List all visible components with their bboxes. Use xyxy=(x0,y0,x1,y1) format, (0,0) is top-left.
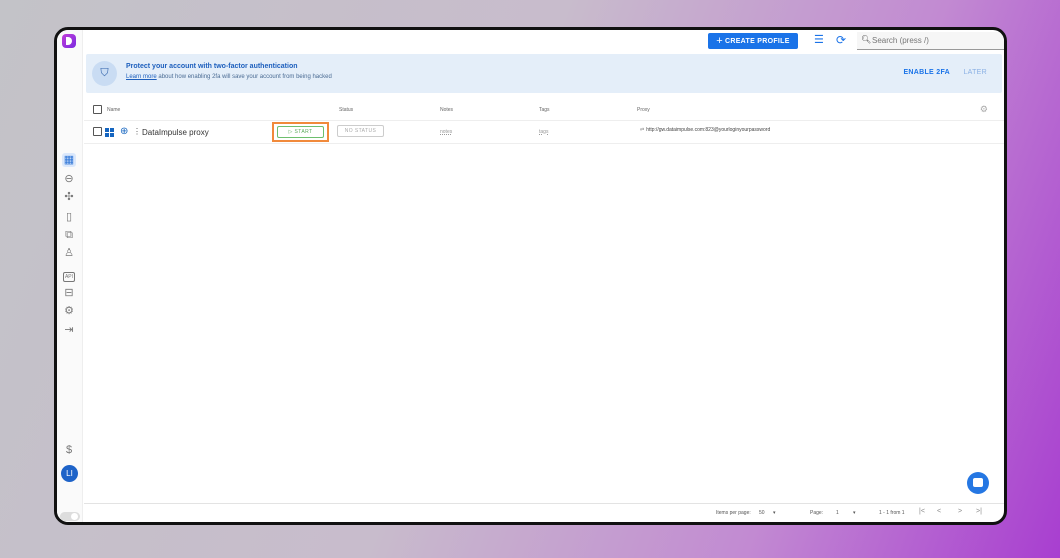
app-logo[interactable] xyxy=(62,34,76,48)
start-button[interactable]: ▷ START xyxy=(277,126,324,138)
chevron-down-icon[interactable]: ▾ xyxy=(853,510,856,516)
search-input[interactable] xyxy=(872,34,1002,47)
link-icon: ⇄ xyxy=(640,127,645,133)
column-status[interactable]: Status xyxy=(339,107,353,113)
refresh-icon[interactable]: ⟳ xyxy=(836,33,848,47)
billing-icon[interactable]: ⊟ xyxy=(62,286,76,300)
banner-text: Learn more about how enabling 2fa will s… xyxy=(126,74,332,80)
learn-more-link[interactable]: Learn more xyxy=(126,74,157,80)
create-profile-button[interactable]: + CREATE PROFILE xyxy=(708,33,798,49)
page-label: Page: xyxy=(810,510,824,516)
create-profile-label: CREATE PROFILE xyxy=(724,38,790,45)
dollar-icon[interactable]: $ xyxy=(62,443,76,457)
page-range: 1 - 1 from 1 xyxy=(879,510,905,516)
start-highlight: ▷ START xyxy=(272,122,329,142)
extensions-icon[interactable]: ⧉ xyxy=(62,228,76,242)
page-select[interactable]: 1 xyxy=(836,510,839,516)
automation-icon[interactable]: ✣ xyxy=(62,190,76,204)
table-header: Name Status Notes Tags Proxy ⚙ xyxy=(84,103,1004,117)
first-page-icon[interactable]: |< xyxy=(919,508,925,515)
main-content: +CREATE PROFILE ☰ ⟳ 🔍︎ ⛉ Protect your ac… xyxy=(84,30,1004,522)
more-options-icon[interactable]: ⋮ xyxy=(133,127,141,136)
start-label: START xyxy=(294,129,313,135)
groups-icon[interactable]: ⊖ xyxy=(62,172,76,186)
logout-icon[interactable]: ⇥ xyxy=(62,323,76,337)
theme-toggle[interactable] xyxy=(60,512,80,521)
search-box[interactable]: 🔍︎ xyxy=(857,32,1004,50)
globe-icon: ⊕ xyxy=(120,126,129,137)
select-all-checkbox[interactable] xyxy=(93,105,102,114)
banner-description: about how enabling 2fa will save your ac… xyxy=(156,74,332,80)
column-tags[interactable]: Tags xyxy=(539,107,550,113)
settings-icon[interactable]: ⚙ xyxy=(62,304,76,318)
prev-page-icon[interactable]: < xyxy=(937,508,941,515)
app-window: ▦ ⊖ ✣ ▯ ⧉ ♙ API ⊟ ⚙ ⇥ $ LI + CREATE PROFI… xyxy=(54,27,1007,525)
next-page-icon[interactable]: > xyxy=(958,508,962,515)
shield-icon: ⛉ xyxy=(92,61,117,86)
chevron-down-icon[interactable]: ▾ xyxy=(773,510,776,516)
plus-icon: + xyxy=(716,35,723,47)
table-row[interactable]: ⊕ ⋮ DataImpulse proxy ▷ START NO STATUS … xyxy=(84,120,1004,144)
profile-name[interactable]: DataImpulse proxy xyxy=(142,128,209,137)
tags-cell[interactable]: tags xyxy=(539,129,548,135)
later-button[interactable]: LATER xyxy=(963,69,987,76)
column-settings-icon[interactable]: ⚙ xyxy=(980,104,988,115)
sidebar: ▦ ⊖ ✣ ▯ ⧉ ♙ API ⊟ ⚙ ⇥ $ LI xyxy=(57,30,83,522)
browser-profiles-icon[interactable]: ▦ xyxy=(62,153,76,167)
column-notes[interactable]: Notes xyxy=(440,107,453,113)
column-proxy[interactable]: Proxy xyxy=(637,107,650,113)
items-per-page-label: Items per page: xyxy=(716,510,751,516)
proxy-value: http://gw.dataimpulse.com:823@yourloginy… xyxy=(646,127,771,133)
last-page-icon[interactable]: >| xyxy=(976,508,982,515)
chat-button[interactable] xyxy=(967,472,989,494)
windows-icon xyxy=(105,128,114,137)
api-icon[interactable]: API xyxy=(62,268,76,282)
status-badge[interactable]: NO STATUS xyxy=(337,125,384,137)
banner-title: Protect your account with two-factor aut… xyxy=(126,63,298,70)
row-checkbox[interactable] xyxy=(93,127,102,136)
column-name[interactable]: Name xyxy=(107,107,120,113)
search-icon: 🔍︎ xyxy=(861,35,872,44)
enable-2fa-button[interactable]: ENABLE 2FA xyxy=(903,69,950,76)
team-icon[interactable]: ♙ xyxy=(62,246,76,260)
api-label: API xyxy=(62,272,76,282)
items-per-page-select[interactable]: 50 xyxy=(759,510,765,516)
avatar[interactable]: LI xyxy=(61,465,78,482)
top-bar: + CREATE PROFILE ☰ ⟳ 🔍︎ xyxy=(84,30,1004,52)
notes-cell[interactable]: notes xyxy=(440,129,452,135)
two-factor-banner: ⛉ Protect your account with two-factor a… xyxy=(86,54,1002,93)
bookmark-icon[interactable]: ▯ xyxy=(62,210,76,224)
pagination-bar: Items per page: 50 ▾ Page: 1 ▾ 1 - 1 fro… xyxy=(84,503,1004,521)
filter-icon[interactable]: ☰ xyxy=(814,34,826,46)
proxy-cell[interactable]: ⇄ http://gw.dataimpulse.com:823@yourlogin… xyxy=(640,127,770,133)
